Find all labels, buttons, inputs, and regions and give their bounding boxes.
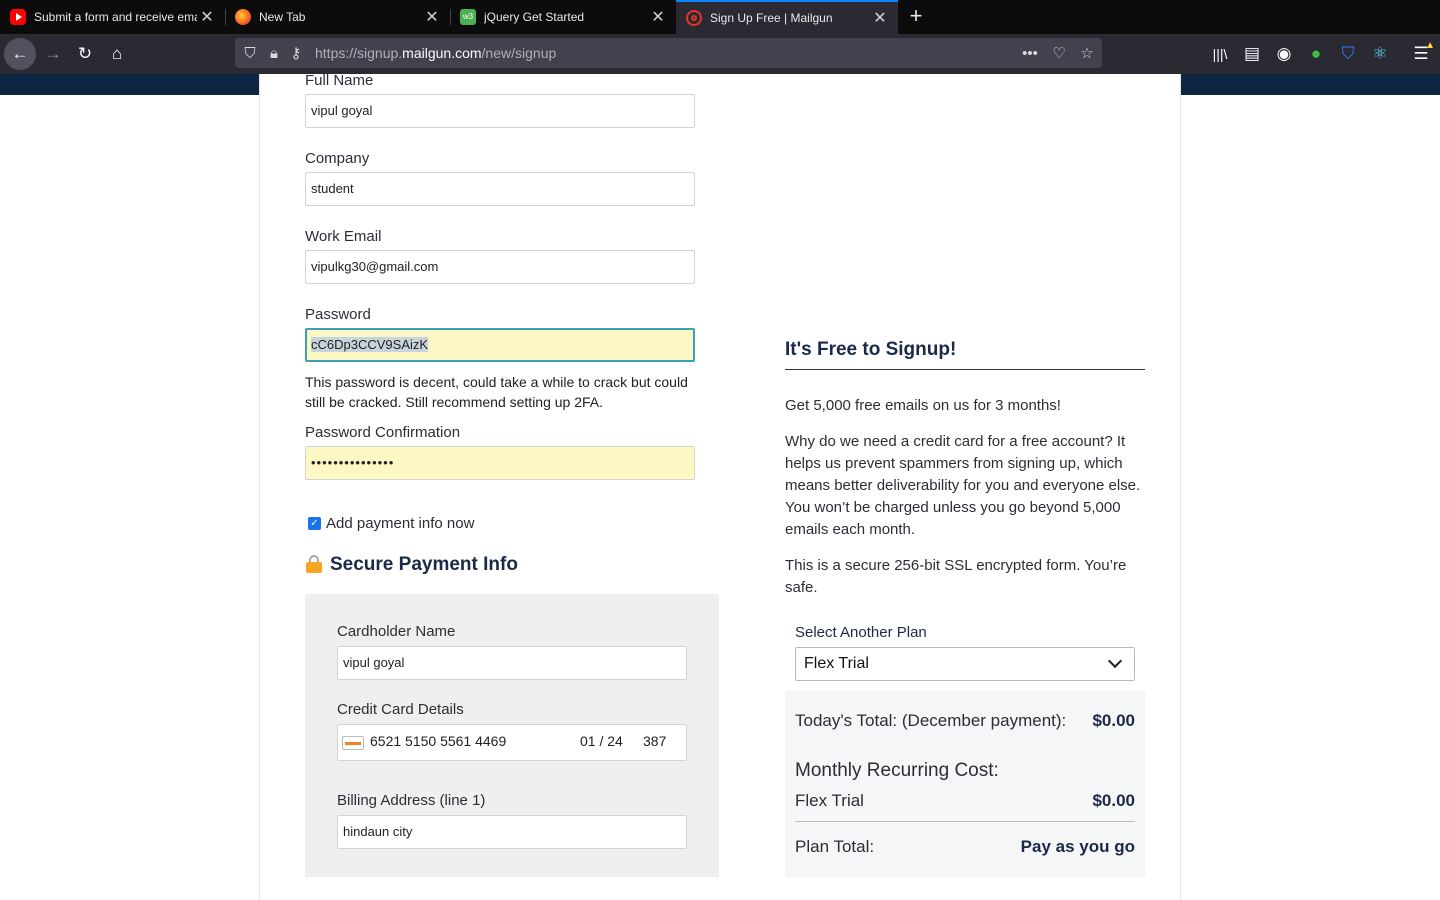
plan-name: Flex Trial — [795, 791, 864, 810]
url-text[interactable]: https://signup.mailgun.com/new/signup — [315, 45, 556, 61]
pocket-icon[interactable]: ♡ — [1048, 38, 1070, 68]
totals-divider — [795, 821, 1135, 822]
company-input[interactable]: student — [305, 172, 695, 206]
lock-icon — [306, 555, 322, 573]
password-input[interactable]: cC6Dp3CCV9SAizK — [305, 328, 695, 362]
forward-button[interactable]: → — [37, 38, 69, 70]
mailgun-icon — [686, 10, 702, 26]
signup-container: Full Name vipul goyal Company student Wo… — [259, 74, 1181, 900]
home-button[interactable]: ⌂ — [101, 38, 133, 70]
more-actions-icon[interactable]: ••• — [1019, 38, 1041, 68]
react-icon: ⚛ — [1372, 44, 1388, 63]
extension-green[interactable]: ● — [1300, 38, 1332, 70]
shield-icon[interactable]: ⛉ — [239, 38, 261, 68]
extension-icon: ● — [1310, 44, 1322, 63]
home-icon: ⌂ — [111, 44, 123, 63]
password-confirmation-input[interactable]: ••••••••••••••• — [305, 446, 695, 480]
billing-address-label: Billing Address (line 1) — [337, 792, 486, 809]
shield-extension-icon: ⛉ — [1341, 44, 1355, 63]
password-label: Password — [305, 306, 371, 323]
close-tab-icon[interactable]: ✕ — [197, 7, 217, 27]
add-payment-checkbox[interactable]: ✓ — [308, 517, 321, 530]
page-content: Full Name vipul goyal Company student Wo… — [0, 74, 1440, 900]
free-signup-heading: It's Free to Signup! — [785, 339, 957, 360]
account-icon: ◉ — [1276, 44, 1292, 63]
bookmark-star-icon[interactable]: ☆ — [1076, 38, 1098, 68]
plan-total-value: Pay as you go — [1020, 837, 1135, 856]
heading-divider — [785, 369, 1145, 370]
billing-address-input[interactable]: hindaun city — [337, 815, 687, 849]
tab-mailgun[interactable]: Sign Up Free | Mailgun ✕ — [676, 0, 898, 34]
tab-title: Sign Up Free | Mailgun — [710, 11, 833, 25]
key-icon[interactable]: ⚷ — [285, 38, 307, 68]
plan-select-value: Flex Trial — [804, 655, 869, 672]
todays-total-value: $0.00 — [1092, 711, 1135, 730]
firefox-icon — [235, 9, 251, 25]
reload-icon: ↻ — [77, 44, 93, 63]
nav-toolbar: ← → ↻ ⌂ ⛉ 🔒︎ ⚷ https://signup.mailgun.co… — [0, 34, 1440, 74]
back-button[interactable]: ← — [4, 38, 36, 70]
card-details-label: Credit Card Details — [337, 701, 464, 718]
cardholder-input[interactable]: vipul goyal — [337, 646, 687, 680]
library-button[interactable]: |||\ — [1204, 38, 1236, 70]
monthly-recurring-heading: Monthly Recurring Cost: — [795, 760, 999, 781]
tab-bar: Submit a form and receive ema ✕ New Tab … — [0, 0, 1440, 34]
select-plan-label: Select Another Plan — [795, 624, 927, 641]
tab-submit-form[interactable]: Submit a form and receive ema ✕ — [0, 0, 225, 34]
reload-button[interactable]: ↻ — [69, 38, 101, 70]
card-expiry[interactable]: 01 / 24 — [580, 725, 623, 757]
card-details-input[interactable]: 6521 5150 5561 4469 01 / 24 387 — [337, 724, 687, 761]
password-value: cC6Dp3CCV9SAizK — [311, 337, 429, 352]
close-tab-icon[interactable]: ✕ — [870, 8, 890, 28]
sidebar-button[interactable]: ▤ — [1236, 38, 1268, 70]
warning-badge-icon: ▲ — [1425, 40, 1435, 51]
totals-panel: Today's Total: (December payment): $0.00… — [785, 691, 1145, 877]
tab-title: jQuery Get Started — [484, 10, 585, 24]
url-bar[interactable]: ⛉ 🔒︎ ⚷ https://signup.mailgun.com/new/si… — [235, 38, 1102, 68]
plan-select[interactable]: Flex Trial — [795, 647, 1135, 681]
work-email-label: Work Email — [305, 228, 382, 245]
tab-jquery[interactable]: w3 jQuery Get Started ✕ — [450, 0, 676, 34]
cardholder-label: Cardholder Name — [337, 623, 456, 640]
card-cvc[interactable]: 387 — [643, 725, 666, 757]
library-icon: |||\ — [1212, 46, 1228, 62]
todays-total-label: Today's Total: (December payment): — [795, 711, 1067, 730]
plan-cost: $0.00 — [1092, 791, 1135, 810]
menu-button[interactable]: ☰ ▲ — [1405, 38, 1437, 70]
discover-card-icon — [342, 736, 364, 750]
tab-new-tab[interactable]: New Tab ✕ — [225, 0, 450, 34]
close-tab-icon[interactable]: ✕ — [648, 7, 668, 27]
tab-title: Submit a form and receive ema — [34, 10, 197, 24]
chevron-down-icon — [1107, 653, 1123, 669]
payment-box: Cardholder Name vipul goyal Credit Card … — [305, 594, 719, 877]
sidebar-icon: ▤ — [1243, 44, 1261, 63]
lock-icon[interactable]: 🔒︎ — [263, 38, 285, 68]
arrow-left-icon: ← — [11, 44, 29, 63]
tab-title: New Tab — [259, 10, 306, 24]
extension-react[interactable]: ⚛ — [1364, 38, 1396, 70]
youtube-icon — [10, 9, 26, 25]
secure-payment-title: Secure Payment Info — [330, 554, 518, 575]
account-button[interactable]: ◉ — [1268, 38, 1300, 70]
ssl-note: This is a secure 256-bit SSL encrypted f… — [785, 557, 1127, 596]
w3schools-icon: w3 — [460, 9, 476, 25]
add-payment-label[interactable]: Add payment info now — [326, 515, 474, 532]
arrow-right-icon: → — [44, 44, 62, 63]
new-tab-button[interactable]: + — [904, 4, 928, 30]
close-tab-icon[interactable]: ✕ — [422, 7, 442, 27]
credit-card-explanation: Why do we need a credit card for a free … — [785, 433, 1141, 538]
card-number[interactable]: 6521 5150 5561 4469 — [370, 725, 506, 757]
password-strength-hint: This password is decent, could take a wh… — [305, 374, 688, 410]
password-confirmation-label: Password Confirmation — [305, 424, 461, 441]
free-emails-text: Get 5,000 free emails on us for 3 months… — [785, 397, 1061, 414]
work-email-input[interactable]: vipulkg30@gmail.com — [305, 250, 695, 284]
full-name-label: Full Name — [305, 74, 374, 89]
company-label: Company — [305, 150, 370, 167]
extension-bitwarden[interactable]: ⛉ — [1332, 38, 1364, 70]
full-name-input[interactable]: vipul goyal — [305, 94, 695, 128]
